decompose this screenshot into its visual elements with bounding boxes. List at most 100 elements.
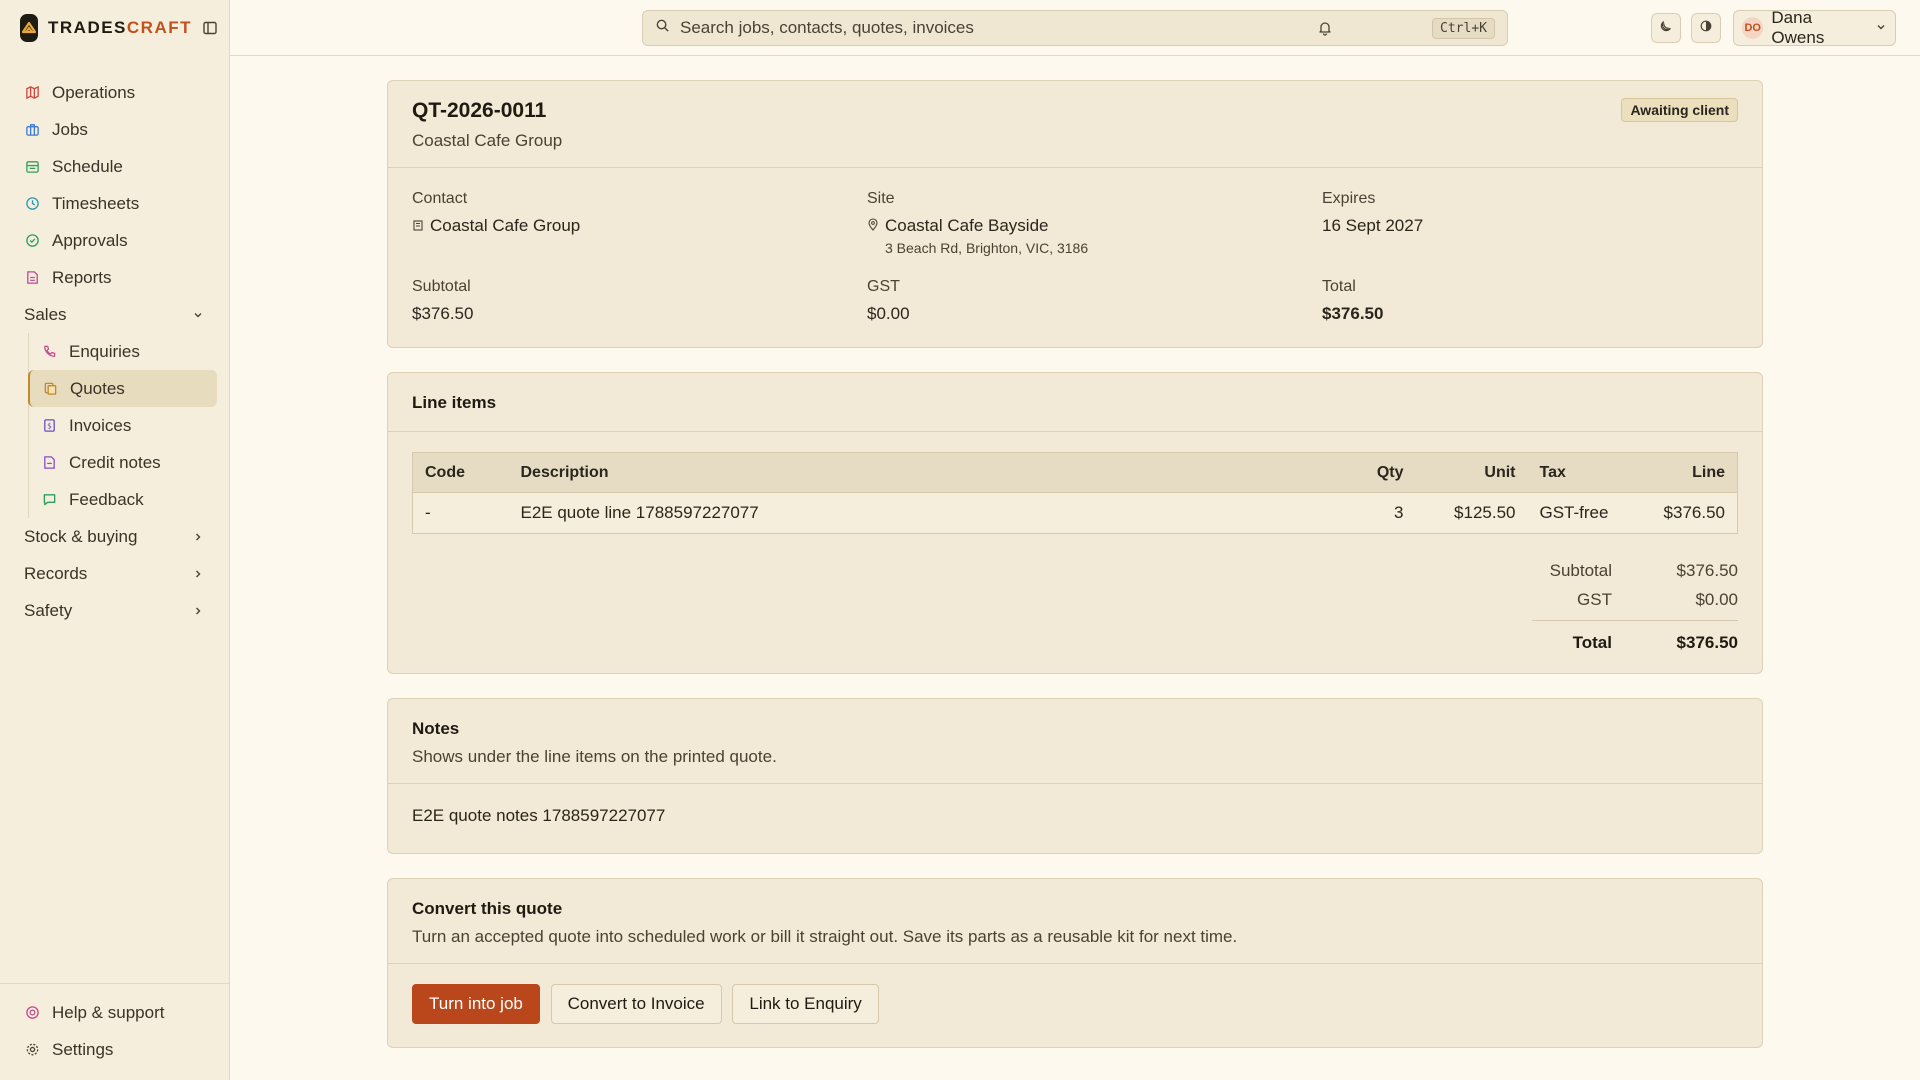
site-name: Coastal Cafe Bayside — [885, 216, 1049, 235]
turn-into-job-button[interactable]: Turn into job — [412, 984, 540, 1024]
sidebar-item-timesheets[interactable]: Timesheets — [0, 185, 229, 222]
notes-card: Notes Shows under the line items on the … — [387, 698, 1763, 854]
quote-header: QT-2026-0011 Coastal Cafe Group Awaiting… — [388, 81, 1762, 168]
sidebar-collapse-icon[interactable] — [202, 19, 218, 37]
sidebar-item-label: Timesheets — [52, 193, 140, 213]
avatar: DO — [1742, 17, 1764, 39]
report-icon — [24, 270, 40, 286]
line-items-card: Line items Code Description Qty Unit Tax… — [387, 372, 1763, 674]
site-value[interactable]: Coastal Cafe Bayside — [867, 216, 1322, 236]
sidebar-group-records[interactable]: Records — [0, 555, 229, 592]
convert-description: Turn an accepted quote into scheduled wo… — [412, 927, 1238, 946]
help-icon — [24, 1005, 40, 1021]
total-label: Total — [1322, 278, 1356, 295]
sidebar-group-label: Safety — [24, 600, 73, 620]
totals-subtotal-row: Subtotal $376.50 — [1532, 556, 1738, 585]
column-header-description: Description — [508, 452, 1326, 493]
link-to-enquiry-button[interactable]: Link to Enquiry — [732, 984, 879, 1024]
quote-number: QT-2026-0011 — [412, 99, 547, 122]
line-items-totals: Subtotal $376.50 GST $0.00 Total $376.50 — [1532, 556, 1738, 658]
contact-name: Coastal Cafe Group — [430, 216, 581, 235]
dark-mode-toggle[interactable] — [1651, 13, 1681, 43]
sales-submenu: Enquiries Quotes $ Invoices Credit notes… — [28, 333, 229, 518]
totals-total-label: Total — [1572, 632, 1612, 652]
sidebar-item-label: Help & support — [52, 1002, 165, 1022]
totals-subtotal-value: $376.50 — [1676, 560, 1738, 580]
convert-to-invoice-button[interactable]: Convert to Invoice — [550, 984, 722, 1024]
notes-body: E2E quote notes 1788597227077 — [388, 784, 1762, 848]
sidebar-item-approvals[interactable]: Approvals — [0, 222, 229, 259]
calendar-icon — [24, 159, 40, 175]
sidebar-item-reports[interactable]: Reports — [0, 259, 229, 296]
total-field: Total $376.50 — [1322, 278, 1738, 324]
column-header-code: Code — [412, 452, 509, 493]
sidebar-item-label: Operations — [52, 82, 136, 102]
sidebar-item-jobs[interactable]: Jobs — [0, 111, 229, 148]
search-input[interactable]: Search jobs, contacts, quotes, invoices … — [642, 10, 1508, 46]
chevron-right-icon — [191, 567, 205, 581]
table-row[interactable]: - E2E quote line 1788597227077 3 $125.50… — [412, 492, 1738, 534]
expires-label: Expires — [1322, 190, 1376, 207]
quote-icon — [42, 381, 58, 397]
convert-quote-card: Convert this quote Turn an accepted quot… — [387, 878, 1763, 1048]
user-name: Dana Owens — [1771, 8, 1825, 47]
brand-name[interactable]: TRADESCRAFT — [48, 18, 192, 38]
sidebar-item-schedule[interactable]: Schedule — [0, 148, 229, 185]
contact-value[interactable]: Coastal Cafe Group — [412, 216, 867, 236]
sidebar-group-label: Records — [24, 563, 88, 583]
sidebar-item-label: Approvals — [52, 230, 128, 250]
notes-header: Notes Shows under the line items on the … — [388, 699, 1762, 784]
sidebar-item-help[interactable]: Help & support — [0, 994, 229, 1031]
subtotal-label: Subtotal — [412, 278, 471, 295]
search-icon — [655, 18, 670, 38]
bell-icon[interactable] — [1310, 13, 1340, 43]
sidebar-item-operations[interactable]: Operations — [0, 74, 229, 111]
check-circle-icon — [24, 233, 40, 249]
subtotal-value: $376.50 — [412, 304, 474, 323]
status-badge: Awaiting client — [1621, 98, 1738, 122]
contact-label: Contact — [412, 190, 468, 207]
sidebar-group-stock-buying[interactable]: Stock & buying — [0, 518, 229, 555]
sidebar-item-label: Schedule — [52, 156, 123, 176]
sidebar-item-credit-notes[interactable]: Credit notes — [29, 444, 229, 481]
user-menu[interactable]: DO Dana Owens — [1733, 8, 1896, 47]
total-value: $376.50 — [1322, 304, 1384, 323]
theme-toggle[interactable] — [1691, 13, 1721, 43]
quote-summary-card: QT-2026-0011 Coastal Cafe Group Awaiting… — [387, 80, 1763, 348]
column-header-line: Line — [1627, 452, 1738, 493]
site-field: Site Coastal Cafe Bayside 3 Beach Rd, Br… — [867, 190, 1322, 256]
sidebar-footer: Help & support Settings — [0, 983, 229, 1080]
sidebar-group-sales[interactable]: Sales — [0, 296, 229, 333]
search-placeholder: Search jobs, contacts, quotes, invoices — [680, 18, 974, 37]
line-items-header: Line items — [388, 373, 1762, 432]
moon-icon — [1659, 18, 1673, 38]
sidebar-item-quotes[interactable]: Quotes — [28, 370, 217, 407]
cell-qty: 3 — [1325, 492, 1416, 534]
brand: TRADESCRAFT — [0, 0, 229, 56]
chevron-right-icon — [191, 604, 205, 618]
svg-text:$: $ — [47, 421, 52, 430]
totals-gst-row: GST $0.00 — [1532, 585, 1738, 614]
cell-unit: $125.50 — [1415, 492, 1528, 534]
sidebar-item-label: Feedback — [69, 489, 144, 509]
invoice-icon: $ — [41, 418, 57, 434]
sidebar-item-invoices[interactable]: $ Invoices — [29, 407, 229, 444]
sidebar-item-feedback[interactable]: Feedback — [29, 481, 229, 518]
sidebar-item-label: Invoices — [69, 415, 132, 435]
line-items-body: Code Description Qty Unit Tax Line - E2E… — [388, 432, 1762, 658]
contact-field: Contact Coastal Cafe Group — [412, 190, 867, 256]
chevron-right-icon — [191, 530, 205, 544]
cell-tax: GST-free — [1527, 492, 1628, 534]
notes-text[interactable]: E2E quote notes 1788597227077 — [412, 806, 1738, 826]
line-items-table: Code Description Qty Unit Tax Line - E2E… — [412, 452, 1738, 534]
briefcase-icon — [24, 122, 40, 138]
sidebar-item-enquiries[interactable]: Enquiries — [29, 333, 229, 370]
chevron-down-icon — [191, 308, 205, 322]
sidebar: TRADESCRAFT Operations Jobs Schedule Tim… — [0, 0, 230, 1080]
sidebar-item-settings[interactable]: Settings — [0, 1031, 229, 1068]
sidebar-group-safety[interactable]: Safety — [0, 592, 229, 629]
cell-description: E2E quote line 1788597227077 — [508, 492, 1326, 534]
chevron-down-icon — [1875, 18, 1887, 38]
totals-total-row: Total $376.50 — [1532, 620, 1738, 658]
contrast-icon — [1699, 18, 1713, 38]
